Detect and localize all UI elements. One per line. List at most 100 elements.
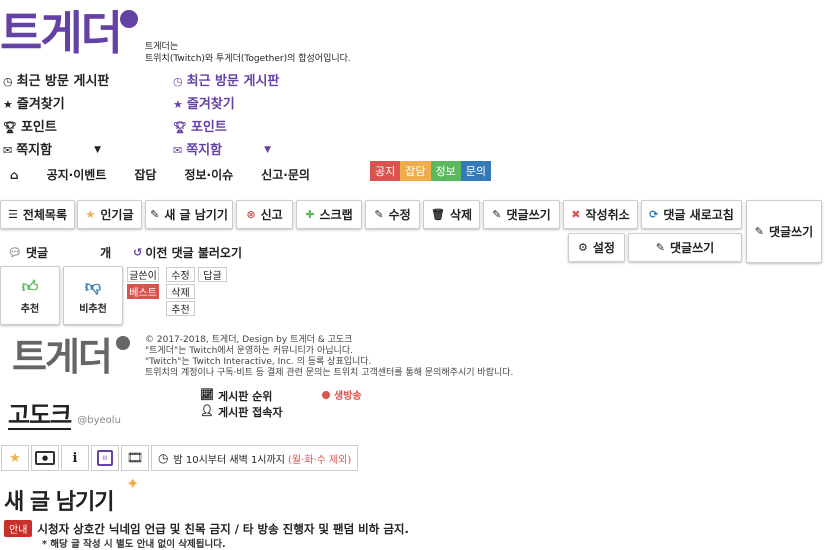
home-icon[interactable]: ⌂ [10,168,19,182]
board-visitors-label: 게시판 접속자 [217,406,283,419]
info-button[interactable]: i [61,445,89,471]
menu-chat[interactable]: 잡담 [134,166,156,183]
envelope-icon: ✉ [3,144,13,157]
report-button[interactable]: ⊗ 신고 [236,200,293,229]
refresh-button[interactable]: ⟳ 댓글 새로고침 [641,200,742,229]
small-edit-button[interactable]: 수정 [166,267,195,282]
tagline-line1: 트게더는 [145,42,179,52]
logo[interactable]: 트게더 [0,6,140,66]
scrap-button[interactable]: ✚ 스크랩 [296,200,362,229]
best-badge: 베스트 [127,284,159,299]
nav-left-points[interactable]: 🏆︎ 포인트 [3,116,133,139]
compose-title: 새 글 남기기 ✦ [4,474,139,516]
money-icon: ● [35,451,55,465]
nav-left-messages[interactable]: ✉ 쪽지함 ▼ [3,139,133,162]
star-icon: ★ [173,98,183,111]
tag-chat[interactable]: 잡담 [400,161,431,181]
author-badge: 글쓴이 [127,267,159,282]
downvote-button[interactable]: 👎︎ 비추천 [63,266,123,325]
chevron-down-icon[interactable]: ▼ [94,139,101,162]
nav-right-recent[interactable]: ◷ 최근 방문 게시판 [173,70,303,93]
donation-button[interactable]: ● [31,445,59,471]
upvote-label: 추천 [20,303,40,315]
twitch-icon: ıı [97,450,113,466]
nav-left-recent[interactable]: ◷ 최근 방문 게시판 [3,70,133,93]
nav-left-favorites[interactable]: ★ 즐겨찾기 [3,93,133,116]
comment-large-label: 댓글쓰기 [769,225,814,239]
menu-report[interactable]: 신고·문의 [261,166,310,183]
popular-label: 인기글 [100,208,134,222]
board-rank-link[interactable]: 📈︎ 게시판 순위 [200,388,272,404]
info-icon: i [72,450,78,466]
edit-button[interactable]: ✎ 수정 [365,200,420,229]
nav-right-messages[interactable]: ✉ 쪽지함 ▼ [173,139,303,162]
nav-label: 즐겨찾기 [186,97,235,112]
list-label: 전체목록 [22,208,68,222]
nav-label: 쪽지함 [186,143,223,158]
nav-label: 최근 방문 게시판 [186,74,280,89]
envelope-icon: ✉ [173,144,183,157]
small-recommend-button[interactable]: 추천 [166,301,195,316]
pencil-icon: ✎ [492,208,502,221]
gear-icon: ⚙ [578,241,588,254]
edit-label: 수정 [388,208,411,222]
tagline: 트게더는 트위치(Twitch)와 투게더(Together)의 합성어입니다. [145,41,351,65]
menu-info[interactable]: 정보·이슈 [184,166,233,183]
channel-handle: @byeolu [77,415,121,426]
upvote-button[interactable]: 👍︎ 추천 [0,266,60,325]
nav-label: 포인트 [20,120,57,135]
ban-icon: ⊗ [246,208,256,221]
delete-button[interactable]: 🗑︎ 삭제 [423,200,480,229]
twitch-button[interactable]: ıı [91,445,119,471]
footer-logo-text: 트게더 [12,335,113,379]
small-reply-button[interactable]: 답글 [198,267,227,282]
board-visitors-link[interactable]: 👤︎ 게시판 접속자 [200,404,283,420]
downvote-label: 비추천 [79,303,107,315]
footer-line1: © 2017-2018, 트게더, Design by 트게더 & 고도크 [145,335,353,345]
comment2-label: 댓글쓰기 [670,241,715,255]
footer-logo-dot [116,336,130,350]
chevron-down-icon[interactable]: ▼ [264,139,271,162]
list-button[interactable]: ☰ 전체목록 [0,200,75,229]
new-post-button[interactable]: ✎ 새 글 남기기 [145,200,233,229]
star-icon: ★ [3,98,13,111]
comment-label: 댓글쓰기 [506,208,551,222]
star-icon: ★ [9,450,21,466]
comment-button-large[interactable]: ✎ 댓글쓰기 [746,200,822,263]
comment-button-2[interactable]: ✎ 댓글쓰기 [628,233,742,262]
small-delete-button[interactable]: 삭제 [166,284,195,299]
nav-right-favorites[interactable]: ★ 즐겨찾기 [173,93,303,116]
load-prev-comments[interactable]: ↺ 이전 댓글 불러오기 [133,244,242,261]
film-icon: 🎞︎ [126,450,144,466]
tag-inquiry[interactable]: 문의 [460,161,491,181]
trash-icon: 🗑︎ [430,208,445,221]
logo-dot [120,10,138,28]
tag-notice[interactable]: 공지 [370,161,401,181]
popular-button[interactable]: ★ 인기글 [77,200,142,229]
category-tags: 공지 잡담 정보 문의 [370,161,491,181]
nav-label: 최근 방문 게시판 [16,74,110,89]
footer-logo: 트게더 [12,334,132,380]
star-icon: ★ [85,208,96,221]
nav-label: 즐겨찾기 [16,97,65,112]
live-status[interactable]: 생방송 [322,387,362,402]
menu-notice[interactable]: 공지·이벤트 [47,166,107,183]
cancel-button[interactable]: ✖ 작성취소 [563,200,638,229]
notice-row: 안내 시청자 상호간 닉네임 언급 및 친목 금지 / 타 방송 진행자 및 팬… [4,520,409,537]
pencil-icon: ✎ [754,225,765,238]
footer-line2: "트게더"는 Twitch에서 운영하는 커뮤니티가 아닙니다. [145,346,353,356]
comment-button[interactable]: ✎ 댓글쓰기 [483,200,560,229]
favorite-star-button[interactable]: ★ [1,445,29,471]
cancel-label: 작성취소 [585,208,630,222]
main-menu: ⌂ 공지·이벤트 잡담 정보·이슈 신고·문의 [10,166,338,183]
video-button[interactable]: 🎞︎ [121,445,149,471]
nav-right-points[interactable]: 🏆︎ 포인트 [173,116,303,139]
chart-icon: 📈︎ [200,388,214,401]
user-icon: 👤︎ [200,404,214,417]
footer-line4: 트위치의 계정이나 구독·비트 등 결제 관련 문의는 트위치 고객센터를 통해… [145,368,514,378]
sparkle-icon: ✦ [126,474,140,493]
settings-button[interactable]: ⚙ 설정 [568,233,625,262]
list-icon: ☰ [7,208,18,221]
notice-badge: 안내 [4,520,33,537]
tag-info[interactable]: 정보 [430,161,461,181]
